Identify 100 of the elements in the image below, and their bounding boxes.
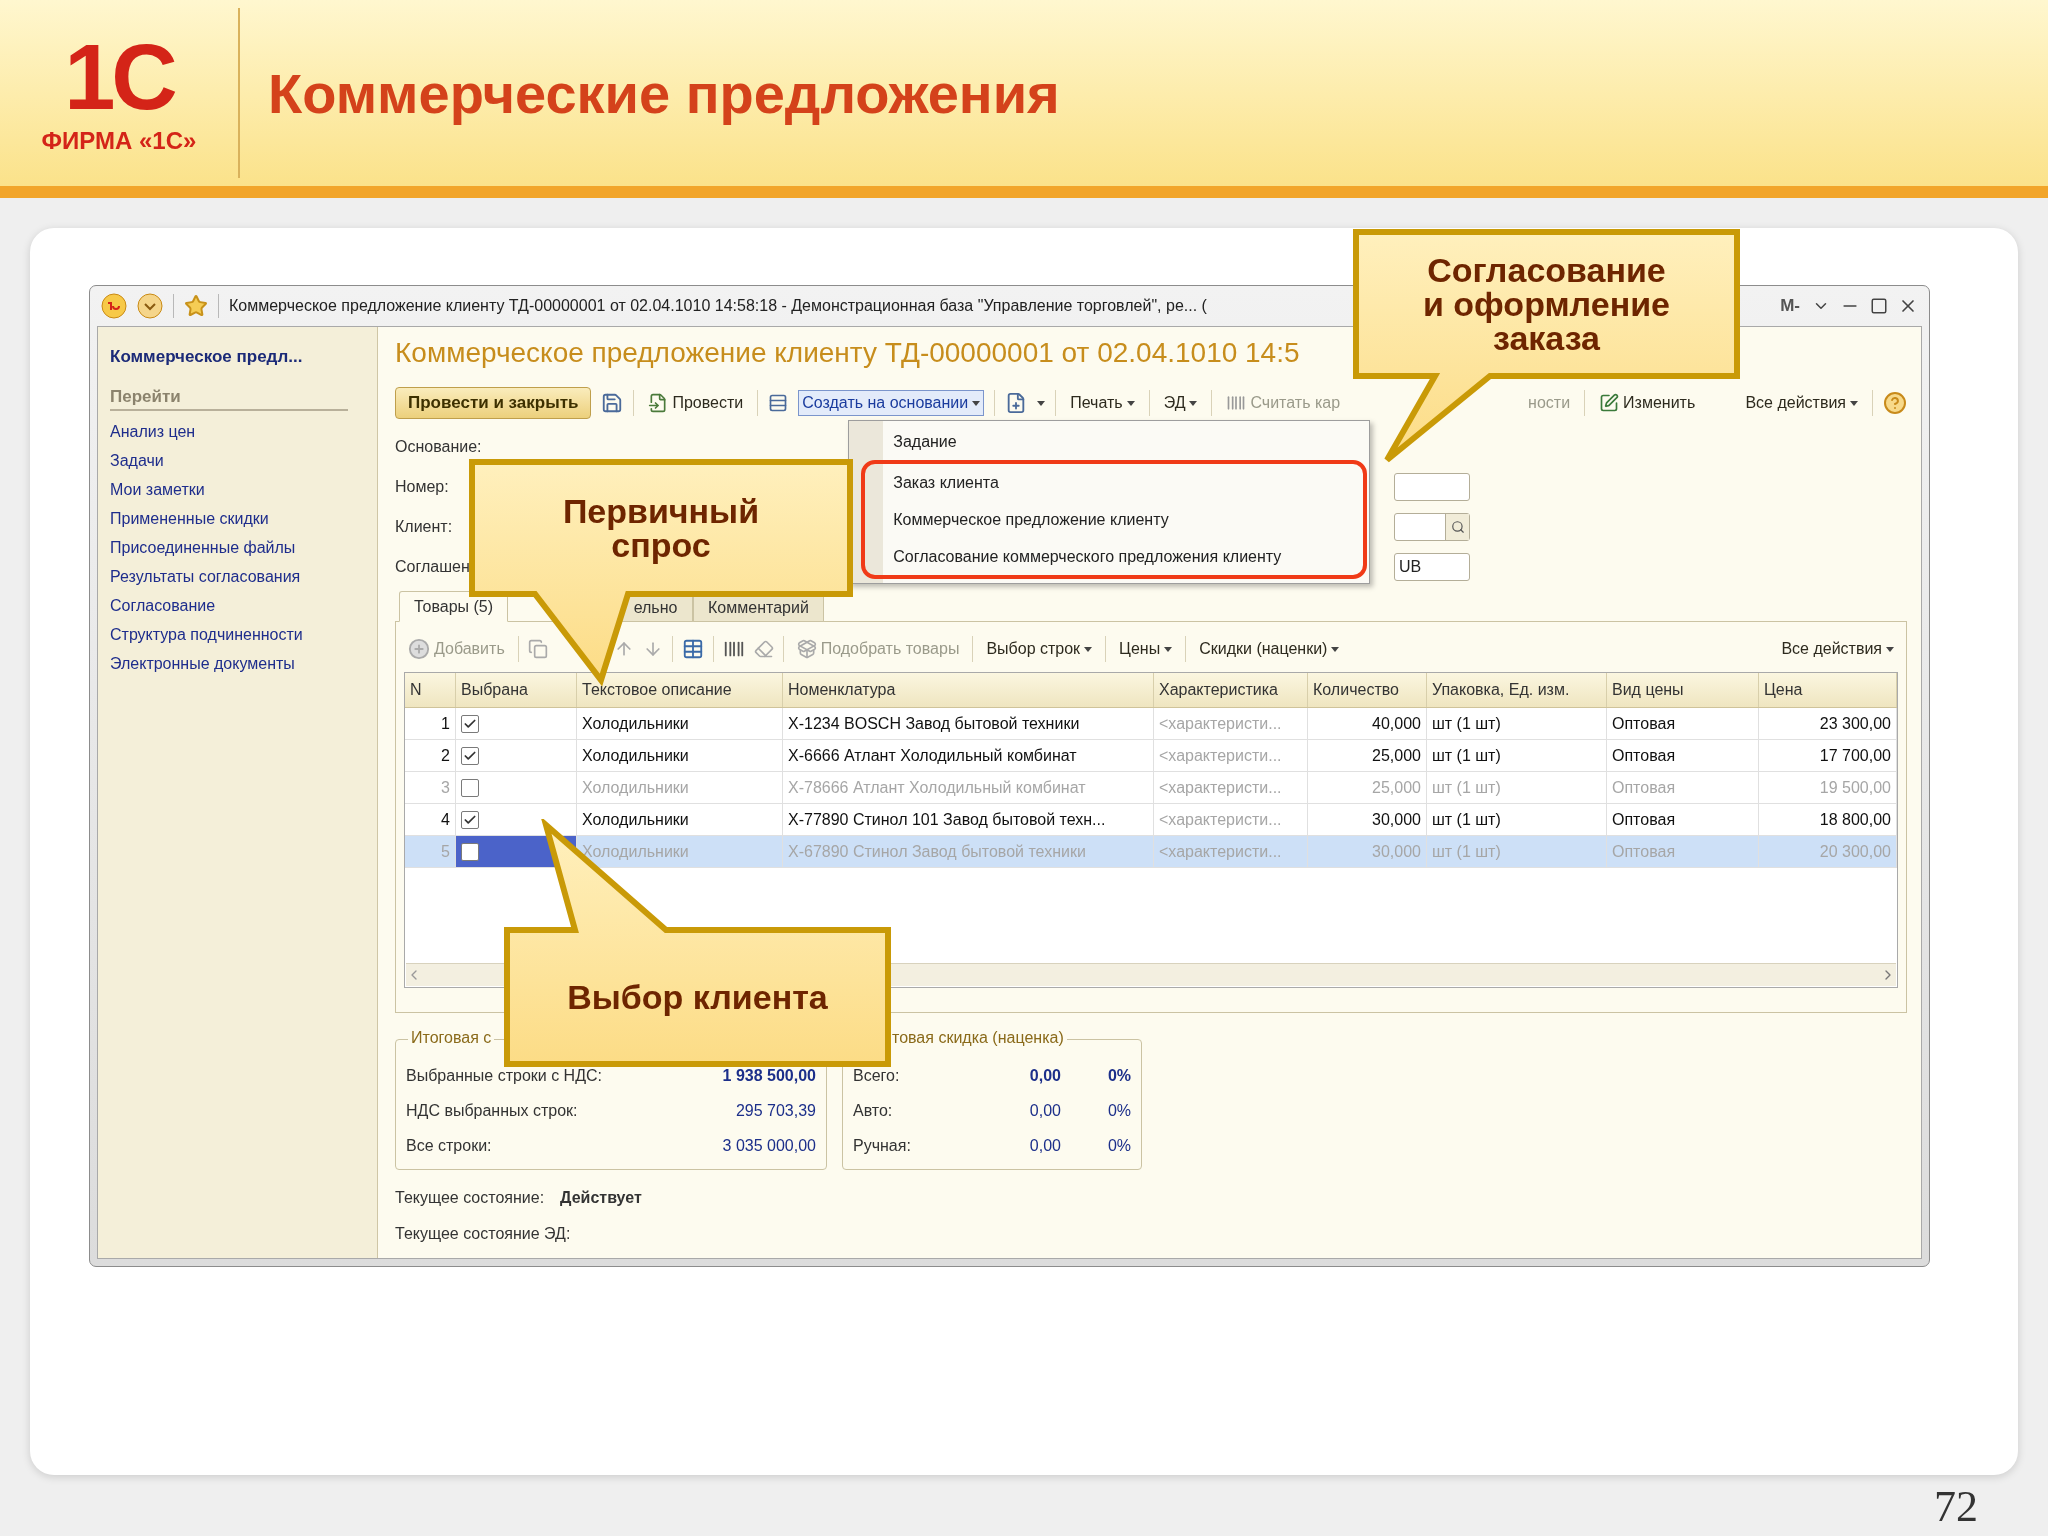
sidebar-link[interactable]: Электронные документы xyxy=(110,649,365,678)
menu-item[interactable]: Коммерческое предложение клиенту xyxy=(865,501,1364,538)
total-value: 3 035 000,00 xyxy=(721,1136,816,1155)
text-field[interactable]: UB xyxy=(1394,553,1470,581)
sidebar-link[interactable]: Примененные скидки xyxy=(110,504,365,533)
table-row[interactable]: 1 Холодильники X-1234 BOSCH Завод бытовой техники <характеристи... 40,000 шт (1 шт) Оптовая 23 300,00 xyxy=(405,708,1897,740)
column-header[interactable]: Характеристика xyxy=(1154,673,1308,707)
total-label: НДС выбранных строк: xyxy=(406,1101,579,1120)
lookup-field[interactable] xyxy=(1394,513,1470,541)
checkbox[interactable] xyxy=(461,810,479,829)
table-cell: 30,000 xyxy=(1308,836,1427,867)
document-arrow-icon xyxy=(648,393,669,413)
table-icon[interactable] xyxy=(681,638,704,660)
table-cell: 4 xyxy=(405,804,456,835)
post-close-button[interactable]: Провести и закрыть xyxy=(395,387,592,419)
sidebar-link[interactable]: Структура подчиненности xyxy=(110,620,365,649)
create-based-button[interactable]: Создать на основании xyxy=(798,390,985,416)
checkbox[interactable] xyxy=(461,714,479,733)
pencil-icon xyxy=(1599,393,1620,413)
discounts-button[interactable]: Скидки (наценки) xyxy=(1195,636,1344,662)
discount-percent: 0% xyxy=(1106,1101,1131,1120)
company-logo: 1С ФИРМА «1С» xyxy=(0,8,240,178)
table-cell: Холодильники xyxy=(577,772,783,803)
table-cell: шт (1 шт) xyxy=(1427,836,1607,867)
sidebar-link[interactable]: Задачи xyxy=(110,446,365,475)
menu-item[interactable]: Задание xyxy=(849,423,1370,460)
total-value: 295 703,39 xyxy=(734,1101,816,1120)
menu-item[interactable]: Согласование коммерческого предложения клиенту xyxy=(865,538,1364,575)
column-header[interactable]: Выбрана xyxy=(456,673,577,707)
table-cell: Холодильники xyxy=(577,804,783,835)
column-header[interactable]: N xyxy=(405,673,456,707)
table-cell: <характеристи... xyxy=(1154,772,1308,803)
table-cell: 19 500,00 xyxy=(1759,772,1897,803)
edit-button[interactable]: Изменить xyxy=(1595,389,1700,417)
document-title: Коммерческое предложение клиенту ТД-00000001 от 02.04.1010 14:5 xyxy=(395,337,1300,370)
checkbox[interactable] xyxy=(461,746,479,765)
caret-icon xyxy=(1850,400,1858,406)
help-icon[interactable] xyxy=(1883,391,1907,415)
table-cell: 2 xyxy=(405,740,456,771)
column-header[interactable]: Количество xyxy=(1308,673,1427,707)
table-cell: шт (1 шт) xyxy=(1427,804,1607,835)
menu-item[interactable]: Заказ клиента xyxy=(865,464,1364,501)
total-value: 1 938 500,00 xyxy=(721,1066,816,1085)
column-header[interactable]: Номенклатура xyxy=(783,673,1154,707)
all-actions-button[interactable]: Все действия xyxy=(1741,390,1862,416)
discount-value: 0,00 xyxy=(1028,1101,1061,1120)
checkbox[interactable] xyxy=(461,778,479,797)
table-cell: X-6666 Атлант Холодильный комбинат xyxy=(783,740,1154,771)
discount-value: 0,00 xyxy=(1028,1066,1061,1085)
table-cell: <характеристи... xyxy=(1154,836,1308,867)
search-button[interactable] xyxy=(1445,514,1469,540)
table-cell: X-1234 BOSCH Завод бытовой техники xyxy=(783,708,1154,739)
save-icon[interactable] xyxy=(601,392,624,414)
table-cell: <характеристи... xyxy=(1154,804,1308,835)
table-cell: 30,000 xyxy=(1308,804,1427,835)
caret-icon xyxy=(1126,400,1135,406)
slide-title: Коммерческие предложения xyxy=(268,60,1060,126)
list-icon[interactable] xyxy=(768,393,789,413)
discount-percent: 0% xyxy=(1106,1066,1131,1085)
caret-icon xyxy=(1189,400,1198,406)
star-icon[interactable] xyxy=(184,294,208,318)
sidebar-link[interactable]: Анализ цен xyxy=(110,417,365,446)
sidebar-link[interactable]: Мои заметки xyxy=(110,475,365,504)
total-label: Все строки: xyxy=(406,1136,493,1155)
discount-label: Всего: xyxy=(853,1066,901,1085)
table-cell: Холодильники xyxy=(577,708,783,739)
print-button[interactable]: Печать xyxy=(1066,390,1139,416)
tab[interactable]: Товары (5) xyxy=(399,591,509,622)
table-row[interactable]: 2 Холодильники X-6666 Атлант Холодильный комбинат <характеристи... 25,000 шт (1 шт) Оптовая 17 700,00 xyxy=(405,740,1897,772)
all-actions-button[interactable]: Все действия xyxy=(1777,636,1898,662)
text-field[interactable] xyxy=(1394,473,1470,501)
column-header[interactable]: Вид цены xyxy=(1607,673,1759,707)
memory-minus-button[interactable]: M- xyxy=(1778,296,1802,316)
table-cell: 20 300,00 xyxy=(1759,836,1897,867)
column-header[interactable]: Цена xyxy=(1759,673,1897,707)
ed-button[interactable]: ЭД xyxy=(1159,390,1202,416)
row-select-button[interactable]: Выбор строк xyxy=(982,636,1097,662)
table-cell: <характеристи... xyxy=(1154,740,1308,771)
app-logo-icon[interactable] xyxy=(101,293,127,319)
maximize-icon[interactable] xyxy=(1870,297,1888,315)
checkbox[interactable] xyxy=(461,842,479,861)
column-header[interactable]: Упаковка, Ед. изм. xyxy=(1427,673,1607,707)
status-label: Текущее состояние ЭД: xyxy=(395,1225,571,1243)
sidebar-heading: Коммерческое предл... xyxy=(110,347,304,367)
sidebar-link[interactable]: Присоединенные файлы xyxy=(110,533,365,562)
field-label: Основание: xyxy=(395,438,482,456)
table-row[interactable]: 4 Холодильники X-77890 Стинол 101 Завод бытовой техн... <характеристи... 30,000 шт (1 шт) Оптовая 18 800,00 xyxy=(405,804,1897,836)
table-cell: Оптовая xyxy=(1607,772,1759,803)
caret-icon xyxy=(1037,400,1046,406)
table-cell: 1 xyxy=(405,708,456,739)
table-cell: 25,000 xyxy=(1308,740,1427,771)
prices-button[interactable]: Цены xyxy=(1115,636,1177,662)
field-label: Номер: xyxy=(395,478,449,496)
status-label: Текущее состояние: xyxy=(395,1189,545,1207)
sidebar-link[interactable]: Результаты согласования xyxy=(110,562,365,591)
post-button[interactable]: Провести xyxy=(644,389,748,417)
table-cell: 40,000 xyxy=(1308,708,1427,739)
dropdown-icon[interactable] xyxy=(137,293,163,319)
sidebar-link[interactable]: Согласование xyxy=(110,591,365,620)
table-cell: Оптовая xyxy=(1607,740,1759,771)
